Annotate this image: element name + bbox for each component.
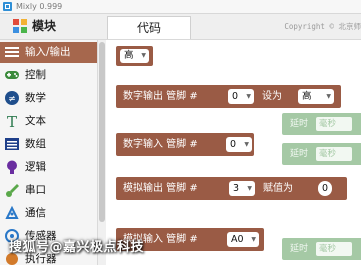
digital-read-block[interactable]: 数字输入 管脚 # 0 ▼: [116, 133, 254, 156]
pin-dropdown[interactable]: 0 ▼: [228, 89, 254, 104]
background-delay-block[interactable]: 延时 毫秒: [282, 143, 361, 165]
digital-read-label: 数字输入 管脚 #: [123, 139, 198, 150]
digital-write-block[interactable]: 数字输出 管脚 # 0 ▼ 设为 高 ▼: [116, 85, 341, 108]
toolbox-scrollbar[interactable]: [98, 40, 106, 265]
top-bar: 模块 代码 Copyright © 北京师: [0, 14, 361, 40]
serial-icon: [6, 184, 19, 197]
window-title: Mixly 0.999: [16, 2, 63, 11]
category-communication[interactable]: 通信: [0, 203, 97, 224]
chevron-down-icon: ▼: [247, 185, 252, 192]
chevron-down-icon: ▼: [141, 52, 146, 59]
category-math[interactable]: ≠ 数学: [0, 88, 97, 109]
category-label: 通信: [25, 207, 46, 219]
modules-header: 模块: [0, 14, 106, 39]
chevron-down-icon: ▼: [251, 236, 256, 243]
pin-dropdown[interactable]: A0 ▼: [227, 232, 259, 247]
svg-text:≠: ≠: [8, 95, 16, 105]
watermark: 搜狐号@嘉兴极点科技: [9, 240, 145, 255]
level-dropdown[interactable]: 高 ▼: [120, 49, 149, 63]
category-serial[interactable]: 串口: [0, 180, 97, 201]
chevron-down-icon: ▼: [246, 93, 251, 100]
category-label: 串口: [25, 184, 46, 196]
title-bar: Mixly 0.999: [0, 0, 361, 14]
tab-code[interactable]: 代码: [107, 16, 191, 39]
category-control[interactable]: 控制: [0, 65, 97, 86]
scrollbar-thumb[interactable]: [99, 42, 105, 222]
background-delay-block[interactable]: 延时 毫秒: [282, 113, 361, 135]
array-icon: [5, 138, 19, 150]
category-label: 控制: [25, 69, 46, 81]
category-io[interactable]: 输入/输出: [0, 42, 97, 63]
category-label: 数学: [25, 92, 46, 104]
blockly-workspace[interactable]: 延时 毫秒 延时 毫秒 延时 毫秒 高 ▼ 数字输出 管脚 # 0 ▼ 设为 高 ▼ …: [106, 40, 361, 265]
io-icon: [5, 47, 19, 57]
svg-text:T: T: [7, 113, 17, 129]
category-text[interactable]: T 文本: [0, 111, 97, 132]
mixly-app-icon: [3, 2, 12, 11]
category-label: 文本: [25, 115, 46, 127]
pin-dropdown[interactable]: 0 ▼: [226, 137, 252, 152]
category-logic[interactable]: 逻辑: [0, 157, 97, 178]
pin-dropdown[interactable]: 3 ▼: [229, 181, 255, 196]
analog-write-label: 模拟输出 管脚 #: [123, 183, 198, 194]
modules-title: 模块: [32, 19, 57, 33]
chevron-down-icon: ▼: [244, 141, 249, 148]
level-value-dropdown[interactable]: 高 ▼: [298, 89, 334, 104]
logic-bulb-icon: [7, 160, 17, 174]
communication-icon: [5, 205, 19, 219]
analog-write-block[interactable]: 模拟输出 管脚 # 3 ▼ 赋值为 0: [116, 177, 347, 200]
text-icon: T: [7, 113, 17, 129]
toolbox-sidebar: 输入/输出 控制 ≠ 数学 T 文本 数组 逻辑 串口 通信 传感器 执行器: [0, 40, 98, 265]
level-block[interactable]: 高 ▼: [116, 46, 153, 66]
category-label: 数组: [25, 138, 46, 150]
category-label: 输入/输出: [25, 46, 71, 58]
set-as-label: 设为: [262, 91, 282, 102]
value-number-input[interactable]: 0: [318, 181, 332, 196]
background-delay-block[interactable]: 延时 毫秒: [282, 238, 361, 260]
chevron-down-icon: ▼: [326, 93, 331, 100]
assign-label: 赋值为: [263, 183, 293, 194]
copyright-text: Copyright © 北京师: [284, 22, 361, 31]
gamepad-icon: [5, 71, 19, 79]
category-array[interactable]: 数组: [0, 134, 97, 155]
digital-write-label: 数字输出 管脚 #: [123, 91, 198, 102]
math-icon: ≠: [5, 91, 19, 105]
category-label: 逻辑: [25, 161, 46, 173]
puzzle-icon: [13, 19, 27, 33]
